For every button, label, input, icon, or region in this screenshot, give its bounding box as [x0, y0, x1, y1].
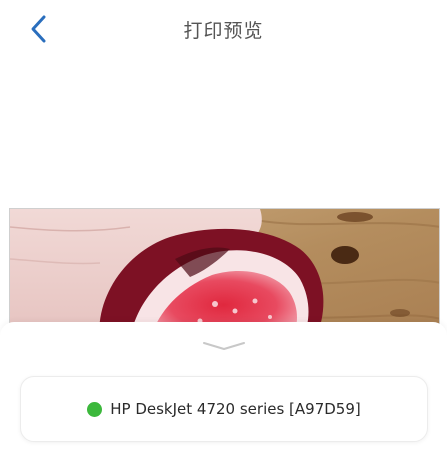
sheet-toggle-button[interactable]	[202, 336, 246, 350]
print-preview-screen: 打印预览 HP DeskJet 4720 series [A97D59]	[0, 0, 447, 456]
printer-name: HP DeskJet 4720 series [A97D59]	[110, 400, 361, 418]
page-title: 打印预览	[183, 20, 264, 42]
header: 打印预览	[0, 0, 447, 58]
printer-status-indicator	[87, 401, 103, 417]
printer-bottom-sheet: HP DeskJet 4720 series [A97D59]	[0, 322, 447, 456]
printer-selector[interactable]: HP DeskJet 4720 series [A97D59]	[20, 376, 428, 442]
chevron-down-icon	[203, 342, 245, 350]
print-preview-image	[9, 208, 440, 338]
